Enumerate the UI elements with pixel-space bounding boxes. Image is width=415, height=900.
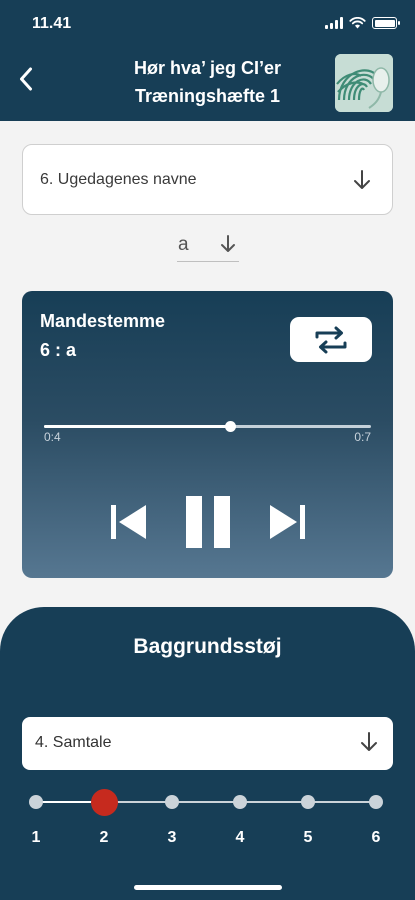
noise-level-track [36, 801, 376, 803]
repeat-button[interactable] [290, 317, 372, 362]
noise-level-label-6: 6 [371, 829, 381, 846]
progress-thumb[interactable] [224, 421, 236, 432]
noise-level-dot-5[interactable] [301, 795, 315, 809]
track-name: Mandestemme [40, 311, 166, 331]
app-header: 11.41 Hør hva’ jeg CI’er Træningshæfte 1 [0, 0, 415, 121]
noise-type-select[interactable]: 4. Samtale [22, 717, 393, 770]
noise-level-label-1: 1 [31, 829, 41, 846]
signal-icon [325, 17, 343, 29]
audio-player-card: Mandestemme 6 : a 0:4 0:7 [22, 291, 393, 578]
arrow-down-icon [221, 235, 235, 252]
voice-select-value: a [178, 234, 189, 255]
app-logo [335, 54, 393, 112]
status-icons [325, 17, 400, 29]
home-indicator [134, 885, 282, 890]
noise-level-dot-2[interactable] [90, 789, 118, 816]
noise-level-dot-4[interactable] [233, 795, 247, 809]
noise-level-dot-6[interactable] [369, 795, 383, 809]
repeat-icon [315, 326, 347, 353]
status-time: 11.41 [32, 15, 72, 32]
skip-previous-icon [111, 505, 146, 539]
pause-icon [186, 496, 230, 548]
background-noise-title: Baggrundsstøj [133, 635, 282, 658]
skip-next-icon [270, 505, 305, 539]
exercise-select-value: 6. Ugedagenes navne [40, 171, 197, 188]
pause-button[interactable] [182, 494, 234, 550]
noise-level-label-5: 5 [303, 829, 313, 846]
noise-level-dot-3[interactable] [165, 795, 179, 809]
noise-level-dot-1[interactable] [29, 795, 43, 809]
time-current: 0:4 [44, 430, 61, 444]
next-button[interactable] [266, 494, 310, 550]
noise-level-label-3: 3 [167, 829, 177, 846]
background-noise-panel: Baggrundsstøj 4. Samtale 1 2 3 4 5 6 [0, 607, 415, 900]
noise-level-label-2: 2 [99, 829, 109, 846]
time-total: 0:7 [354, 430, 371, 444]
arrow-down-icon [361, 732, 377, 751]
progress-slider[interactable] [44, 414, 371, 438]
noise-type-value: 4. Samtale [35, 734, 112, 751]
previous-button[interactable] [106, 494, 150, 550]
arrow-down-icon [354, 170, 370, 189]
wifi-icon [349, 17, 366, 29]
voice-select[interactable]: a [177, 230, 239, 262]
noise-level-label-4: 4 [235, 829, 245, 846]
track-subtitle: 6 : a [40, 340, 77, 360]
progress-played [44, 425, 231, 428]
battery-icon [372, 17, 400, 29]
exercise-select[interactable]: 6. Ugedagenes navne [22, 144, 393, 215]
